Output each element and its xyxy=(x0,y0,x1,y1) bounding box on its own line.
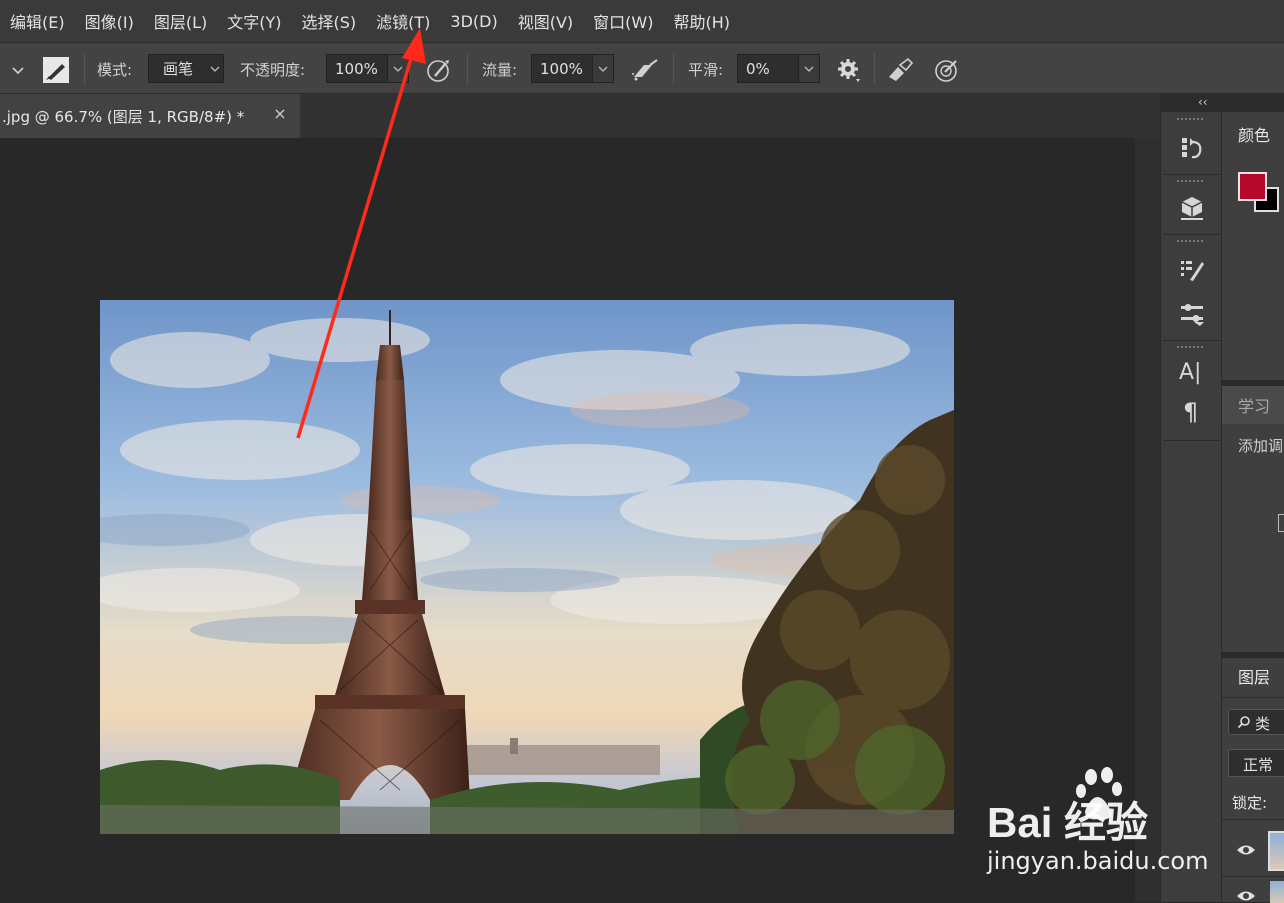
menu-edit[interactable]: 编辑(E) xyxy=(0,9,75,33)
chevron-down-icon xyxy=(804,66,814,72)
menu-layer[interactable]: 图层(L) xyxy=(144,9,217,33)
character-icon[interactable]: A| xyxy=(1179,360,1201,385)
brush-settings-icon[interactable] xyxy=(1178,256,1206,284)
menu-view[interactable]: 视图(V) xyxy=(508,9,583,33)
menu-bar: 编辑(E) 图像(I) 图层(L) 文字(Y) 选择(S) 滤镜(T) 3D(D… xyxy=(0,0,1284,42)
learn-panel-icon xyxy=(1278,514,1284,532)
document-tab[interactable]: .jpg @ 66.7% (图层 1, RGB/8#) * × xyxy=(0,94,300,138)
color-panel-title[interactable]: 颜色 xyxy=(1238,122,1270,146)
smoothing-dropdown[interactable] xyxy=(798,54,820,83)
adjustments-icon[interactable] xyxy=(1178,300,1206,328)
annotation-arrow xyxy=(296,28,426,439)
collapse-icon[interactable]: ‹‹ xyxy=(1198,94,1208,110)
chevron-down-icon xyxy=(210,66,220,72)
layer-row[interactable] xyxy=(1222,876,1284,903)
menu-image[interactable]: 图像(I) xyxy=(75,9,144,33)
paragraph-icon[interactable]: ¶ xyxy=(1183,398,1198,426)
eye-icon[interactable] xyxy=(1236,889,1256,903)
mode-value: 画笔 xyxy=(163,60,194,78)
history-icon[interactable] xyxy=(1178,134,1206,162)
options-bar: 模式: 画笔 不透明度: 100% 流量: 100% 平滑: 0% xyxy=(0,42,1284,94)
panel-icon-strip: A| ¶ xyxy=(1160,112,1222,902)
canvas-image xyxy=(100,300,954,834)
layer-filter-label: 类 xyxy=(1255,715,1271,733)
mode-label: 模式: xyxy=(97,60,133,79)
blend-mode-value: 正常 xyxy=(1243,756,1274,774)
smoothing-label: 平滑: xyxy=(688,60,724,79)
document-tab-title: .jpg @ 66.7% (图层 1, RGB/8#) * xyxy=(2,107,245,126)
canvas-scrollbar[interactable] xyxy=(1134,138,1161,902)
eye-icon[interactable] xyxy=(1236,843,1256,857)
airbrush-icon[interactable] xyxy=(630,57,660,83)
mode-select[interactable]: 画笔 xyxy=(148,54,224,83)
flow-dropdown[interactable] xyxy=(592,54,614,83)
foreground-color-swatch[interactable] xyxy=(1238,172,1267,201)
learn-panel-text: 添加调 xyxy=(1238,437,1284,455)
layer-filter-input[interactable]: 类 xyxy=(1228,709,1284,735)
layers-panel-title[interactable]: 图层 xyxy=(1238,664,1270,688)
document-tab-bar: .jpg @ 66.7% (图层 1, RGB/8#) * × xyxy=(0,94,1160,138)
menu-3d[interactable]: 3D(D) xyxy=(440,12,507,31)
3d-cube-icon[interactable] xyxy=(1178,194,1206,222)
layer-row[interactable] xyxy=(1222,828,1284,874)
brush-angle-icon[interactable] xyxy=(886,57,914,83)
menu-help[interactable]: 帮助(H) xyxy=(663,9,740,33)
smoothing-input[interactable]: 0% xyxy=(737,54,799,83)
blend-mode-select[interactable]: 正常 xyxy=(1228,749,1284,777)
menu-window[interactable]: 窗口(W) xyxy=(583,9,663,33)
gear-icon[interactable] xyxy=(836,57,862,83)
pressure-size-icon[interactable] xyxy=(934,57,960,83)
flow-input[interactable]: 100% xyxy=(531,54,593,83)
chevron-down-icon xyxy=(598,66,608,72)
lock-label: 锁定: xyxy=(1232,794,1268,812)
panel-collapse-bar[interactable]: ‹‹ xyxy=(1160,94,1284,112)
chevron-down-icon[interactable] xyxy=(8,61,28,79)
learn-panel-title[interactable]: 学习 xyxy=(1238,393,1270,417)
flow-label: 流量: xyxy=(482,60,518,79)
panels-column: 颜色 学习 添加调 图层 类 正常 锁定: xyxy=(1222,112,1284,903)
brush-preset-icon[interactable] xyxy=(42,56,70,84)
layer-thumbnail xyxy=(1268,831,1284,871)
search-icon xyxy=(1237,716,1250,729)
layer-thumbnail xyxy=(1270,881,1284,903)
